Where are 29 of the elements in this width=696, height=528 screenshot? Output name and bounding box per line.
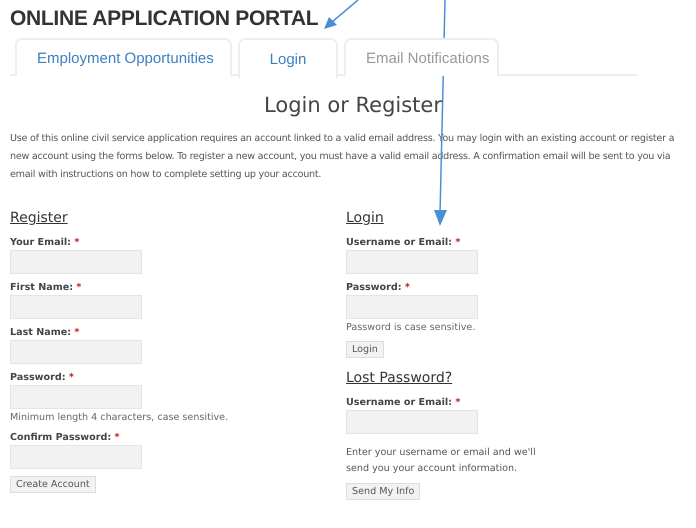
- field-label: Password: *: [346, 281, 410, 294]
- field-label: Username or Email: *: [346, 396, 460, 409]
- tab[interactable]: Employment Opportunities: [15, 38, 232, 76]
- field-label: Password: *: [10, 371, 74, 384]
- input-field[interactable]: [346, 295, 478, 319]
- input-field[interactable]: [346, 410, 478, 434]
- input-field[interactable]: [346, 250, 478, 274]
- input-field[interactable]: [10, 445, 142, 469]
- field-label: Username or Email: *: [346, 236, 460, 249]
- field-label: Last Name: *: [10, 326, 80, 339]
- input-field[interactable]: [10, 250, 142, 274]
- section-heading: Login: [346, 209, 384, 228]
- login-button[interactable]: Login: [346, 341, 384, 358]
- input-field[interactable]: [10, 385, 142, 409]
- tab[interactable]: Login: [238, 38, 338, 78]
- field-label: Your Email: *: [10, 236, 80, 249]
- field-label: First Name: *: [10, 281, 82, 294]
- note-text: Enter your username or email and we'll send you your account information.: [346, 446, 537, 476]
- section-heading: Register: [10, 209, 68, 228]
- send-info-button[interactable]: Send My Info: [346, 483, 420, 500]
- hint-text: Minimum length 4 characters, case sensitive.: [10, 411, 228, 424]
- field-label: Confirm Password: *: [10, 431, 120, 444]
- section-heading: Lost Password?: [346, 369, 452, 388]
- create-account-button[interactable]: Create Account: [10, 476, 96, 493]
- portal-title: ONLINE APPLICATION PORTAL: [10, 6, 318, 32]
- input-field[interactable]: [10, 295, 142, 319]
- page-heading: Login or Register: [263, 92, 443, 119]
- hint-text: Password is case sensitive.: [346, 321, 476, 334]
- input-field[interactable]: [10, 340, 142, 364]
